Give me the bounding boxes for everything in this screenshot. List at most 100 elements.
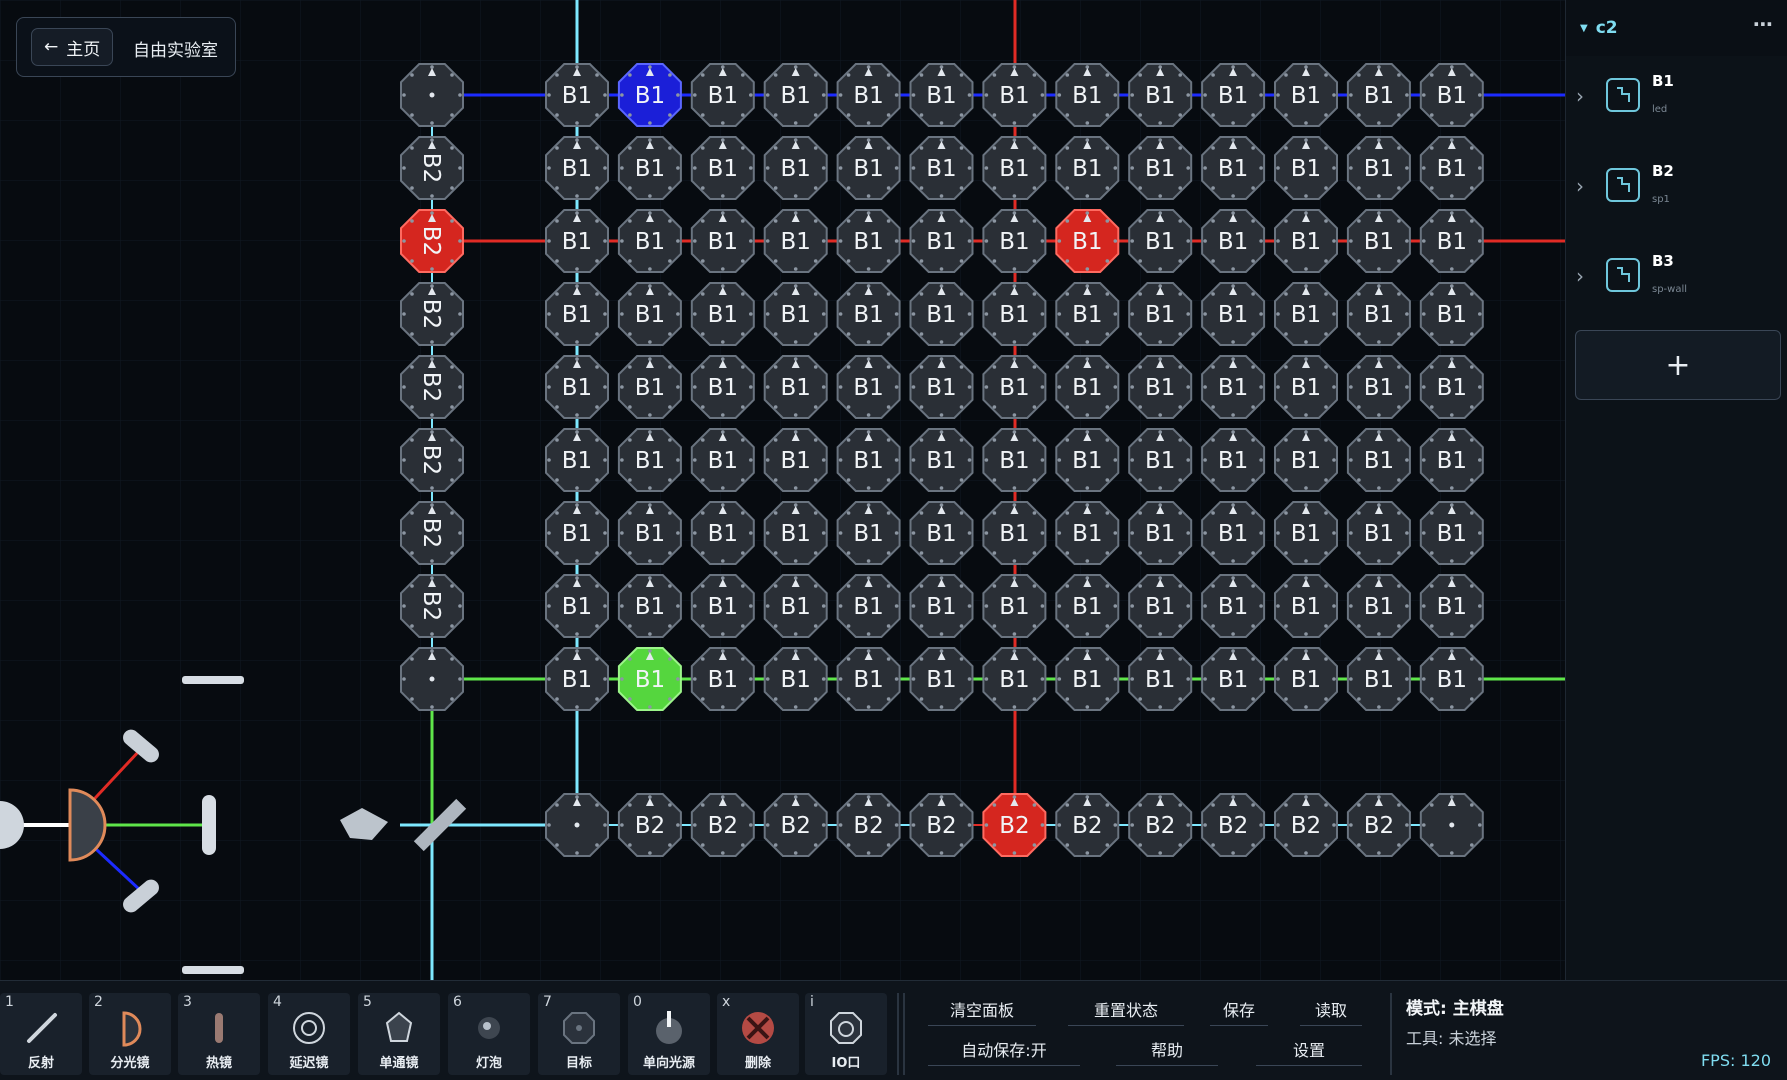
component-node-b2[interactable]: B2	[617, 793, 682, 857]
component-node-b2[interactable]: B2	[763, 793, 828, 857]
component-node-b1[interactable]: B1	[1128, 282, 1193, 346]
component-node-b1[interactable]: B1	[836, 574, 901, 638]
sidebar-item[interactable]: › B1 led	[1566, 56, 1787, 146]
component-node-b1[interactable]: B1	[1346, 282, 1411, 346]
component-node-b1[interactable]: B1	[690, 136, 755, 200]
component-node-b1[interactable]: B1	[982, 136, 1047, 200]
component-node-b1[interactable]: B1	[763, 647, 828, 711]
io-node[interactable]	[545, 793, 609, 857]
component-node-b2-red[interactable]: B2	[982, 793, 1047, 857]
component-node-b2[interactable]: B2	[1201, 793, 1266, 857]
component-node-b1[interactable]: B1	[1201, 209, 1266, 273]
component-node-b1[interactable]: B1	[763, 574, 828, 638]
save-button[interactable]: 保存	[1210, 997, 1268, 1026]
component-node-b1[interactable]: B1	[545, 209, 609, 273]
tool-light-source[interactable]: 0 单向光源	[628, 993, 710, 1075]
component-node-b1[interactable]: B1	[545, 428, 609, 492]
component-node-b2[interactable]: B2	[400, 428, 464, 492]
component-node-b1[interactable]: B1	[617, 428, 682, 492]
component-node-b1[interactable]: B1	[982, 501, 1047, 565]
component-node-b1[interactable]: B1	[1419, 501, 1484, 565]
component-node-b1[interactable]: B1	[617, 282, 682, 346]
add-component-button[interactable]: +	[1575, 330, 1781, 400]
component-node-b1[interactable]: B1	[909, 501, 974, 565]
tool-beam-splitter[interactable]: 2 分光镜	[89, 993, 171, 1075]
help-button[interactable]: 帮助	[1116, 1037, 1218, 1066]
component-node-b1[interactable]: B1	[1419, 136, 1484, 200]
component-node-b2[interactable]: B2	[836, 793, 901, 857]
component-node-b1[interactable]: B1	[836, 136, 901, 200]
chevron-right-icon[interactable]: ›	[1576, 174, 1584, 198]
tool-target[interactable]: 7 目标	[538, 993, 620, 1075]
optics-board[interactable]: B2 B2 B2 B2 B2 B2 B2 B1 B1 B1 B1 B1 B1 B1 B1 B1 B1 B1 B1 B1…	[0, 0, 1565, 980]
io-node[interactable]	[400, 647, 464, 711]
tool-delete[interactable]: x 删除	[717, 993, 799, 1075]
load-button[interactable]: 读取	[1300, 997, 1362, 1026]
component-node-b1[interactable]: B1	[1055, 355, 1120, 419]
component-node-b1[interactable]: B1	[690, 209, 755, 273]
component-node-b1[interactable]: B1	[1201, 574, 1266, 638]
component-node-b1[interactable]: B1	[1419, 209, 1484, 273]
component-node-b1[interactable]: B1	[1274, 63, 1338, 127]
component-node-b1[interactable]: B1	[1346, 63, 1411, 127]
io-node[interactable]	[1419, 793, 1484, 857]
component-node-b2-active[interactable]: B2	[400, 209, 464, 273]
component-node-b1[interactable]: B1	[690, 501, 755, 565]
component-node-b1[interactable]: B1	[1419, 282, 1484, 346]
component-node-b1[interactable]: B1	[836, 355, 901, 419]
hot-mirror[interactable]	[202, 795, 216, 855]
component-node-b1[interactable]: B1	[909, 209, 974, 273]
component-node-b1[interactable]: B1	[836, 63, 901, 127]
component-node-b1[interactable]: B1	[982, 282, 1047, 346]
component-node-b1[interactable]: B1	[1274, 647, 1338, 711]
component-node-b1[interactable]: B1	[617, 501, 682, 565]
component-node-b1[interactable]: B1	[1201, 355, 1266, 419]
tool-one-way-lens[interactable]: 5 单通镜	[358, 993, 440, 1075]
component-node-b1[interactable]: B1	[617, 355, 682, 419]
component-node-b1[interactable]: B1	[1128, 574, 1193, 638]
component-node-b1[interactable]: B1	[1201, 501, 1266, 565]
component-node-b2[interactable]: B2	[690, 793, 755, 857]
component-node-b1[interactable]: B1	[909, 574, 974, 638]
component-node-b1[interactable]: B1	[617, 209, 682, 273]
component-node-b1-blue[interactable]: B1	[617, 63, 682, 127]
component-node-b1[interactable]: B1	[1274, 136, 1338, 200]
sidebar-item[interactable]: › B2 sp1	[1566, 146, 1787, 236]
component-node-b1[interactable]: B1	[690, 63, 755, 127]
component-node-b1[interactable]: B1	[1346, 428, 1411, 492]
chevron-right-icon[interactable]: ›	[1576, 84, 1584, 108]
group-header[interactable]: ▼ c2 ⋯	[1566, 0, 1787, 56]
component-node-b1[interactable]: B1	[545, 282, 609, 346]
component-node-b2[interactable]: B2	[1055, 793, 1120, 857]
component-node-b1[interactable]: B1	[1274, 501, 1338, 565]
component-node-b1[interactable]: B1	[1419, 355, 1484, 419]
reset-state-button[interactable]: 重置状态	[1068, 997, 1184, 1026]
component-node-b1[interactable]: B1	[1346, 136, 1411, 200]
component-node-b2[interactable]: B2	[400, 355, 464, 419]
component-node-b1[interactable]: B1	[836, 647, 901, 711]
component-node-b1[interactable]: B1	[690, 355, 755, 419]
tool-bulb[interactable]: 6 灯泡	[448, 993, 530, 1075]
component-node-b2[interactable]: B2	[400, 574, 464, 638]
component-node-b1[interactable]: B1	[1419, 63, 1484, 127]
component-node-b1[interactable]: B1	[1201, 647, 1266, 711]
component-node-b1[interactable]: B1	[1055, 647, 1120, 711]
tool-hot-mirror[interactable]: 3 热镜	[178, 993, 260, 1075]
component-node-b1[interactable]: B1	[1128, 209, 1193, 273]
component-node-b1[interactable]: B1	[1419, 647, 1484, 711]
autosave-toggle[interactable]: 自动保存:开	[928, 1037, 1080, 1066]
home-button[interactable]: ← 主页	[31, 28, 114, 66]
component-node-b1[interactable]: B1	[545, 574, 609, 638]
clear-board-button[interactable]: 清空面板	[928, 997, 1036, 1026]
tool-mirror[interactable]: 1 反射	[0, 993, 82, 1075]
component-node-b1[interactable]: B1	[982, 647, 1047, 711]
io-node[interactable]	[400, 63, 464, 127]
component-node-b1[interactable]: B1	[982, 63, 1047, 127]
component-node-b1[interactable]: B1	[1055, 428, 1120, 492]
component-node-b1[interactable]: B1	[1055, 136, 1120, 200]
component-node-b1[interactable]: B1	[1274, 209, 1338, 273]
component-node-b1[interactable]: B1	[763, 136, 828, 200]
component-node-b1[interactable]: B1	[1128, 355, 1193, 419]
caret-down-icon[interactable]: ▼	[1580, 23, 1588, 34]
component-node-b1[interactable]: B1	[909, 282, 974, 346]
